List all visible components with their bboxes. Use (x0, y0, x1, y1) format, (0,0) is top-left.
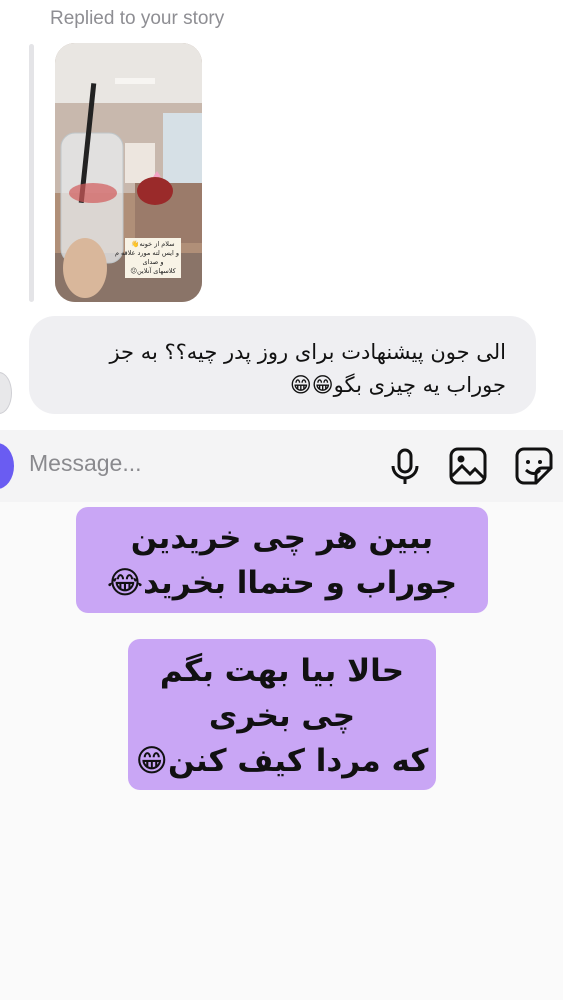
replied-label: Replied to your story (50, 8, 225, 29)
story-caption-line: سلام از خونه👋 (131, 240, 175, 248)
overlay-note-1: ببین هر چی خریدین جوراب و حتماا بخرید😂 (76, 507, 488, 613)
note-line: ببین هر چی خریدین (130, 520, 434, 556)
sender-avatar[interactable] (0, 372, 12, 414)
message-line: الی جون پیشنهادت برای روز پدر چیه؟؟ به ج… (109, 340, 506, 364)
overlay-note-2: حالا بیا بهت بگم چی بخری که مردا کیف کنن… (128, 639, 436, 790)
note-line: چی بخری (208, 698, 356, 734)
story-caption-line: کلاسهای آنلاین😕 (130, 267, 176, 275)
sticker-icon[interactable] (514, 446, 554, 486)
note-line: حالا بیا بهت بگم (159, 653, 405, 689)
story-caption: سلام از خونه👋 و ایس لته مورد علاقه م و ص… (114, 238, 181, 278)
reply-indicator-bar (29, 44, 34, 302)
message-composer: Message... (0, 430, 563, 502)
message-line: جوراب یه چیزی بگو😁😁 (289, 373, 506, 397)
note-line: که مردا کیف کنن😁 (135, 743, 429, 779)
story-thumbnail[interactable]: سلام از خونه👋 و ایس لته مورد علاقه م و ص… (55, 43, 202, 302)
message-bubble[interactable]: الی جون پیشنهادت برای روز پدر چیه؟؟ به ج… (29, 316, 536, 414)
message-input[interactable]: Message... (29, 450, 142, 477)
camera-icon[interactable] (0, 443, 14, 489)
microphone-icon[interactable] (385, 446, 425, 486)
note-line: جوراب و حتماا بخرید😂 (106, 565, 458, 601)
story-caption-line: و ایس لته مورد علاقه م (114, 249, 179, 257)
gallery-icon[interactable] (448, 446, 488, 486)
story-caption-line: و صدای (142, 258, 164, 266)
